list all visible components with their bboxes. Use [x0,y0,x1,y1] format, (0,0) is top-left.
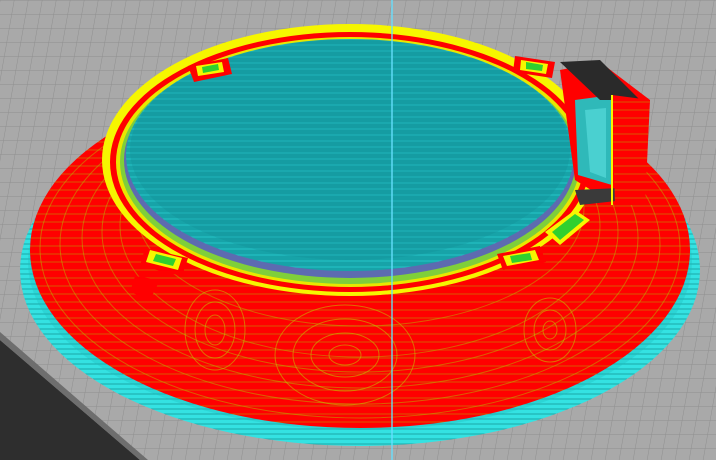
layer-view-canvas[interactable] [0,0,716,460]
slicer-3d-viewport[interactable] [0,0,716,460]
